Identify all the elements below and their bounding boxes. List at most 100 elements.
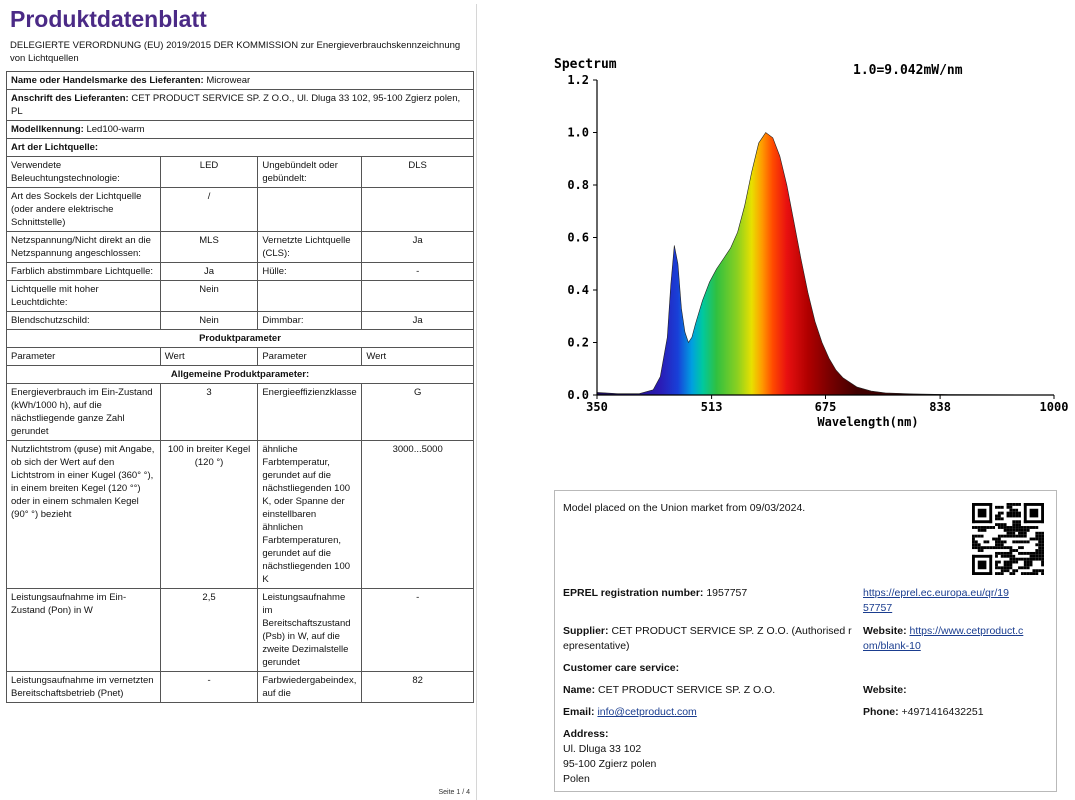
qr-module: [1006, 511, 1010, 515]
qr-module: [1041, 563, 1044, 567]
qr-module: [1009, 511, 1013, 515]
qr-module: [1038, 540, 1042, 544]
qr-module: [1038, 546, 1042, 550]
email-link[interactable]: info@cetproduct.com: [597, 706, 696, 718]
qr-module: [1023, 551, 1027, 555]
supplier-website-link-cont[interactable]: om/blank-10: [863, 640, 921, 652]
qr-module: [1023, 534, 1027, 538]
qr-module: [1009, 563, 1013, 567]
table-cell: Energieverbrauch im Ein-Zustand (kWh/100…: [6, 383, 161, 441]
column-header-row: Parameter Wert Parameter Wert: [6, 347, 474, 366]
x-tick-label: 1000: [1040, 400, 1069, 414]
qr-module: [1018, 534, 1021, 538]
table-cell: Leistungsaufnahme im Ein-Zustand (Pon) i…: [6, 588, 161, 672]
qr-module: [1003, 528, 1007, 532]
qr-finder: [1023, 503, 1027, 524]
qr-module: [983, 528, 987, 532]
table-row: Lichtquelle mit hoher Leuchtdichte: Nein: [6, 280, 474, 312]
qr-code-icon[interactable]: [972, 503, 1044, 575]
table-cell: [257, 280, 363, 312]
qr-module: [972, 540, 975, 544]
table-cell: Nutzlichtstrom (φuse) mit Angabe, ob sic…: [6, 440, 161, 589]
table-cell: Verwendete Beleuchtungstechnologie:: [6, 156, 161, 188]
qr-module: [1006, 566, 1010, 570]
qr-module: [1009, 526, 1013, 529]
qr-module: [1015, 508, 1019, 512]
qr-finder: [972, 554, 993, 558]
table-cell: Ja: [361, 231, 474, 263]
qr-module: [995, 543, 998, 547]
qr-module: [1038, 543, 1042, 547]
y-tick-label: 0.4: [567, 283, 589, 297]
qr-module: [1009, 546, 1013, 550]
sheet-title: Produktdatenblatt: [10, 6, 207, 32]
qr-module: [1009, 557, 1013, 561]
qr-module: [1006, 546, 1010, 550]
qr-module: [997, 517, 1001, 521]
y-tick-label: 0.8: [567, 178, 589, 192]
table-cell: -: [159, 671, 259, 703]
qr-module: [1038, 531, 1042, 535]
qr-finder: [989, 554, 993, 575]
model-row: Modellkennung: Led100-warm: [6, 120, 474, 139]
qr-finder: [972, 554, 975, 575]
qr-finder: [989, 503, 993, 524]
table-cell: -: [361, 588, 474, 672]
qr-module: [995, 572, 998, 575]
table-cell: Leistungsaufnahme im Bereitschaftszustan…: [257, 588, 363, 672]
qr-module: [1018, 520, 1021, 524]
eprel-link[interactable]: https://eprel.ec.europa.eu/qr/19 57757: [863, 586, 1009, 616]
table-cell: DLS: [361, 156, 474, 188]
table-cell: Vernetzte Lichtquelle (CLS):: [257, 231, 363, 263]
qr-module: [1023, 560, 1027, 564]
qr-module: [1018, 531, 1021, 535]
supplier-website-link[interactable]: https://www.cetproduct.c: [910, 625, 1024, 637]
qr-module: [986, 546, 990, 550]
qr-module: [977, 543, 981, 547]
general-parameters-header: Allgemeine Produktparameter:: [6, 365, 474, 384]
qr-finder: [972, 503, 975, 524]
qr-module: [997, 523, 1001, 527]
qr-module: [1000, 534, 1004, 538]
table-cell: Ja: [361, 311, 474, 330]
sheet-subtitle: DELEGIERTE VERORDNUNG (EU) 2019/2015 DER…: [10, 40, 461, 64]
qr-module: [1029, 563, 1033, 567]
qr-module: [1018, 551, 1021, 555]
qr-module: [1003, 554, 1007, 558]
qr-module: [1006, 531, 1010, 535]
care-email: Email: info@cetproduct.com: [563, 706, 697, 718]
qr-module: [1006, 569, 1010, 573]
qr-module: [1035, 531, 1039, 535]
qr-module: [992, 526, 996, 529]
table-cell: 3000...5000: [361, 440, 474, 589]
qr-module: [1000, 569, 1004, 573]
qr-module: [1023, 528, 1027, 532]
qr-module: [1000, 566, 1004, 570]
qr-module: [1000, 554, 1004, 558]
qr-module: [1012, 508, 1016, 512]
qr-module: [1035, 534, 1039, 538]
qr-module: [1041, 543, 1044, 547]
product-data-table: Name oder Handelsmarke des Lieferanten: …: [6, 71, 474, 703]
table-cell: Farblich abstimmbare Lichtquelle:: [6, 262, 161, 281]
qr-module: [1009, 514, 1013, 518]
qr-module: [995, 554, 998, 558]
table-cell: 2,5: [159, 588, 259, 672]
qr-module: [1041, 534, 1044, 538]
qr-module: [1029, 526, 1033, 529]
qr-module: [1000, 526, 1004, 529]
table-cell: Leistungsaufnahme im vernetzten Bereitsc…: [6, 671, 161, 703]
qr-module: [1018, 514, 1021, 518]
qr-module: [992, 546, 996, 550]
qr-module: [1032, 551, 1036, 555]
qr-module: [1026, 563, 1030, 567]
qr-module: [974, 534, 978, 538]
qr-module: [1023, 557, 1027, 561]
qr-module: [1020, 528, 1024, 532]
table-cell: 3: [159, 383, 259, 441]
qr-module: [1000, 511, 1004, 515]
qr-module: [1006, 563, 1010, 567]
table-cell: Dimmbar:: [257, 311, 363, 330]
table-cell: Blendschutzschild:: [6, 311, 161, 330]
qr-module: [972, 543, 975, 547]
